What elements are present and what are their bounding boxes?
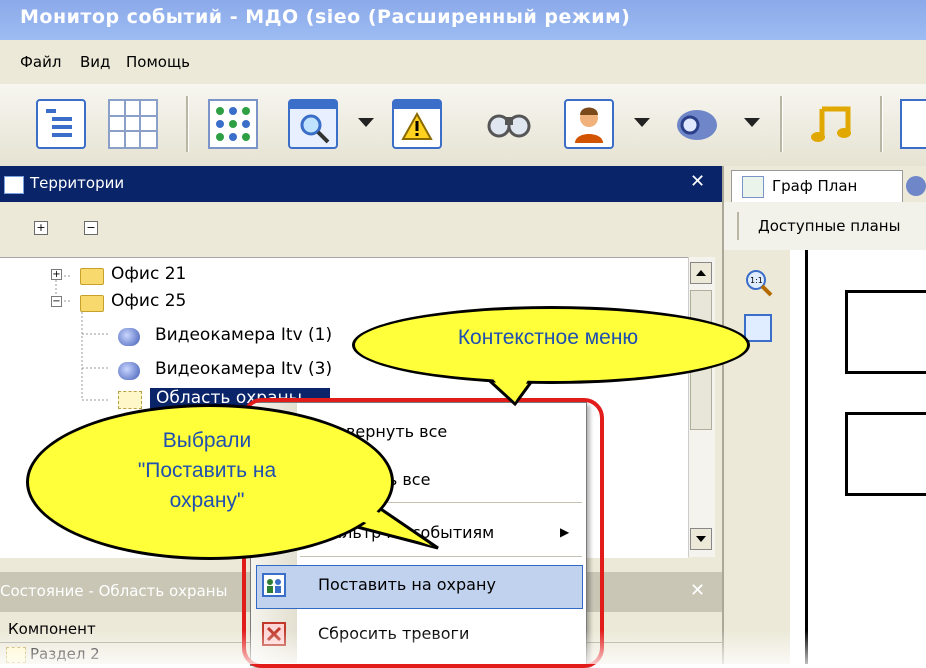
callout-selected-text: Выбрали "Поставить на охрану" xyxy=(26,426,388,516)
callout-line-1: Выбрали xyxy=(162,429,252,452)
callout-line-3: охрану" xyxy=(169,489,245,512)
callout-line-2: "Поставить на xyxy=(137,459,277,482)
callout-context-menu-text: Контекстное меню xyxy=(457,326,639,349)
